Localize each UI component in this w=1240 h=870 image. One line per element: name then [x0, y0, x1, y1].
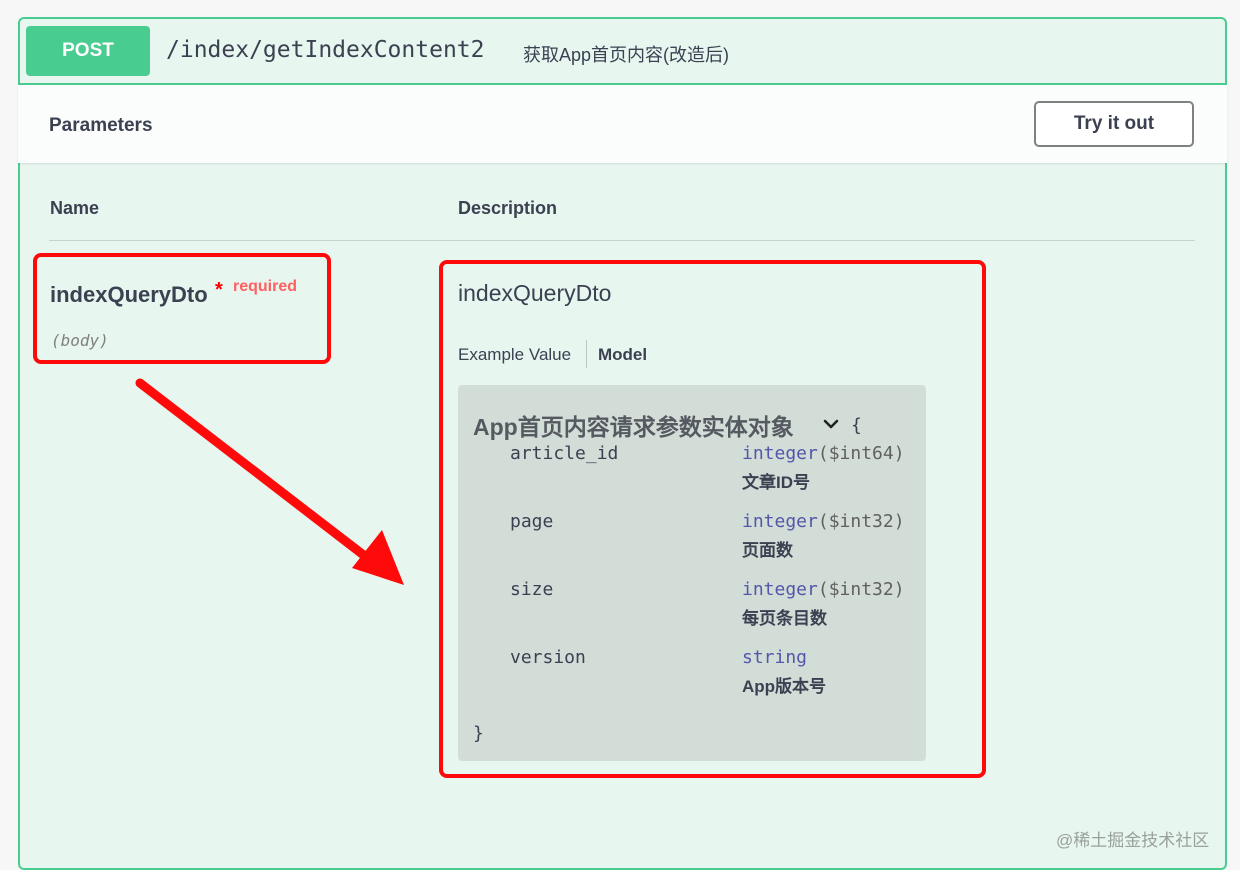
try-it-out-button[interactable]: Try it out — [1034, 101, 1194, 147]
property-type-name: integer — [742, 511, 818, 532]
required-star: * — [215, 279, 223, 301]
chevron-down-icon[interactable] — [822, 417, 840, 431]
parameter-location: (body) — [51, 331, 109, 350]
property-type-name: string — [742, 647, 808, 668]
property-type-format: ($int32) — [817, 511, 905, 532]
property-name-version: version — [510, 647, 586, 668]
column-divider — [49, 240, 1195, 241]
parameters-header: Parameters Try it out — [18, 85, 1227, 163]
operation-summary[interactable]: POST /index/getIndexContent2 获取App首页内容(改… — [18, 17, 1227, 85]
model-title: App首页内容请求参数实体对象 — [473, 414, 794, 440]
property-name-page: page — [510, 511, 554, 532]
watermark: @稀土掘金技术社区 — [1056, 831, 1210, 850]
property-type-name: integer — [742, 443, 818, 464]
property-desc-page: 页面数 — [742, 541, 793, 560]
tab-model[interactable]: Model — [598, 345, 647, 365]
property-type-format: ($int32) — [817, 579, 905, 600]
close-brace: } — [473, 723, 484, 744]
column-header-description: Description — [458, 198, 558, 218]
property-type-page: integer($int32) — [742, 511, 905, 532]
operation-path: /index/getIndexContent2 — [166, 37, 485, 63]
property-desc-article-id: 文章ID号 — [742, 473, 810, 492]
operation-summary-text: 获取App首页内容(改造后) — [523, 45, 730, 65]
tab-example-value[interactable]: Example Value — [458, 345, 571, 365]
tab-separator — [586, 340, 587, 368]
open-brace: { — [851, 415, 862, 436]
property-type-name: integer — [742, 579, 818, 600]
property-type-version: string — [742, 647, 807, 668]
parameters-title: Parameters — [49, 115, 153, 136]
parameter-name: indexQueryDto — [50, 282, 208, 307]
property-type-article-id: integer($int64) — [742, 443, 905, 464]
column-header-name: Name — [50, 198, 100, 218]
method-badge: POST — [26, 26, 150, 76]
property-type-format: ($int64) — [817, 443, 905, 464]
schema-name: indexQueryDto — [458, 280, 612, 306]
property-name-article-id: article_id — [510, 443, 619, 464]
property-desc-version: App版本号 — [742, 677, 827, 696]
property-desc-size: 每页条目数 — [742, 609, 827, 628]
property-type-size: integer($int32) — [742, 579, 905, 600]
required-label: required — [233, 278, 298, 295]
property-name-size: size — [510, 579, 554, 600]
